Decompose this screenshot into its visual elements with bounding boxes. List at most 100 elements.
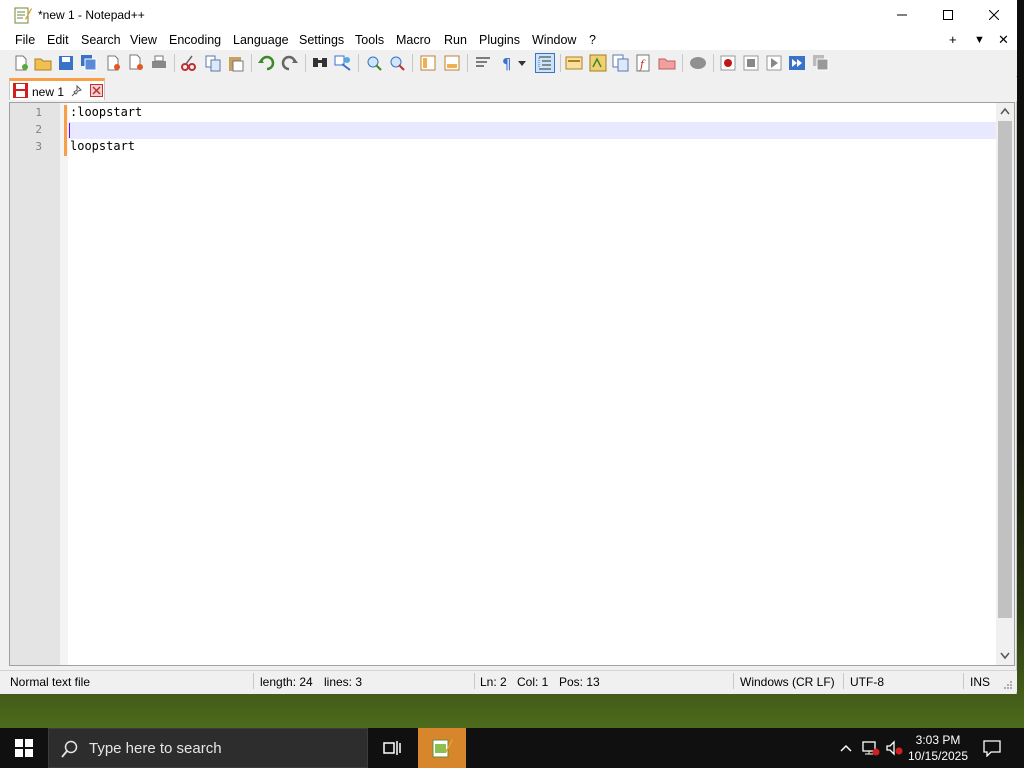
close-all-icon[interactable] [127,54,145,72]
tab-list-dropdown-button[interactable]: ▼ [974,34,985,46]
monitoring-icon[interactable] [689,54,707,72]
resize-grip-icon[interactable] [1003,680,1013,690]
open-file-icon[interactable] [34,54,52,72]
status-insert-mode[interactable]: INS [970,675,990,689]
code-line[interactable]: :loopstart [70,105,142,119]
notepadpp-window: *new 1 - Notepad++ File Edit Search View… [0,0,1017,694]
save-all-icon[interactable] [80,54,98,72]
notification-center-button[interactable] [980,728,1004,768]
paste-icon[interactable] [227,54,245,72]
menu-tools[interactable]: Tools [355,33,384,47]
menu-settings[interactable]: Settings [299,33,344,47]
word-wrap-icon[interactable] [474,54,492,72]
menu-encoding[interactable]: Encoding [169,33,221,47]
pin-icon[interactable] [71,85,83,97]
save-macro-icon[interactable] [812,54,830,72]
record-macro-icon[interactable] [719,54,737,72]
save-icon[interactable] [57,54,75,72]
menu-macro[interactable]: Macro [396,33,431,47]
menu-bar: File Edit Search View Encoding Language … [0,30,1017,50]
svg-text:¶: ¶ [502,55,512,72]
taskbar: Type here to search 3:03 PM 10/15/2025 [0,728,1024,768]
copy-icon[interactable] [204,54,222,72]
menu-view[interactable]: View [130,33,157,47]
line-number: 3 [35,140,42,153]
user-language-icon[interactable] [565,54,583,72]
toolbar-separator [251,54,252,72]
menu-edit[interactable]: Edit [47,33,69,47]
line-number-margin [10,103,60,665]
sync-vertical-icon[interactable] [419,54,437,72]
maximize-button[interactable] [925,0,971,30]
status-eol[interactable]: Windows (CR LF) [740,675,835,689]
task-view-icon [383,741,401,755]
minimize-button[interactable] [879,0,925,30]
status-lines: lines: 3 [324,675,363,689]
function-list-icon[interactable]: f [635,54,653,72]
network-status-button[interactable] [860,728,882,768]
status-separator [253,673,254,689]
close-document-button[interactable]: ✕ [998,32,1009,48]
chevron-down-icon[interactable] [516,54,528,72]
document-map-icon[interactable] [589,54,607,72]
start-button[interactable] [0,728,48,768]
find-icon[interactable] [311,54,329,72]
vertical-scrollbar[interactable] [996,103,1014,665]
status-encoding[interactable]: UTF-8 [850,675,884,689]
menu-help[interactable]: ? [589,33,596,47]
taskbar-notepadpp-button[interactable] [418,728,466,768]
close-button[interactable] [971,0,1017,30]
menu-language[interactable]: Language [233,33,289,47]
folder-as-workspace-icon[interactable] [658,54,676,72]
window-title: *new 1 - Notepad++ [38,8,145,22]
unsaved-file-icon [13,83,28,98]
new-file-icon[interactable] [12,54,30,72]
menu-search[interactable]: Search [81,33,121,47]
code-line[interactable]: loopstart [70,139,135,153]
print-icon[interactable] [150,54,168,72]
current-line-highlight [68,122,996,139]
taskbar-clock[interactable]: 3:03 PM 10/15/2025 [900,732,976,764]
title-bar[interactable]: *new 1 - Notepad++ [0,0,1017,30]
run-macro-multiple-icon[interactable] [788,54,806,72]
replace-icon[interactable] [334,54,352,72]
status-line[interactable]: Ln: 2 [480,675,507,689]
menu-window[interactable]: Window [532,33,576,47]
show-hidden-icons-button[interactable] [836,728,856,768]
status-separator [843,673,844,689]
stop-macro-icon[interactable] [742,54,760,72]
scrollbar-thumb[interactable] [998,121,1012,618]
zoom-in-icon[interactable] [365,54,383,72]
indent-guide-icon[interactable] [535,53,555,73]
status-separator [733,673,734,689]
sync-horizontal-icon[interactable] [443,54,461,72]
scroll-down-icon[interactable] [1000,652,1010,660]
toolbar-separator [682,54,683,72]
status-column[interactable]: Col: 1 [517,675,548,689]
zoom-out-icon[interactable] [388,54,406,72]
status-length: length: 24 [260,675,313,689]
cut-icon[interactable] [180,54,198,72]
show-all-characters-icon[interactable]: ¶ [498,54,516,72]
taskbar-search-box[interactable]: Type here to search [48,728,368,768]
tab-new-1[interactable]: new 1 [9,78,105,100]
line-number: 2 [35,123,42,136]
search-icon [61,740,78,758]
document-list-icon[interactable] [612,54,630,72]
menu-plugins[interactable]: Plugins [479,33,520,47]
windows-logo-icon [15,739,33,757]
scroll-up-icon[interactable] [1000,107,1010,115]
close-tab-icon[interactable] [90,84,103,97]
menu-file[interactable]: File [15,33,35,47]
status-position[interactable]: Pos: 13 [559,675,600,689]
menu-run[interactable]: Run [444,33,467,47]
editor-area[interactable]: 1 2 3 :loopstart loopstart [9,102,1015,666]
play-macro-icon[interactable] [765,54,783,72]
redo-icon[interactable] [281,54,299,72]
close-file-icon[interactable] [104,54,122,72]
line-number: 1 [35,106,42,119]
new-tab-plus-button[interactable]: + [949,32,957,47]
undo-icon[interactable] [257,54,275,72]
status-bar: Normal text file length: 24 lines: 3 Ln:… [0,670,1017,692]
task-view-button[interactable] [372,728,412,768]
